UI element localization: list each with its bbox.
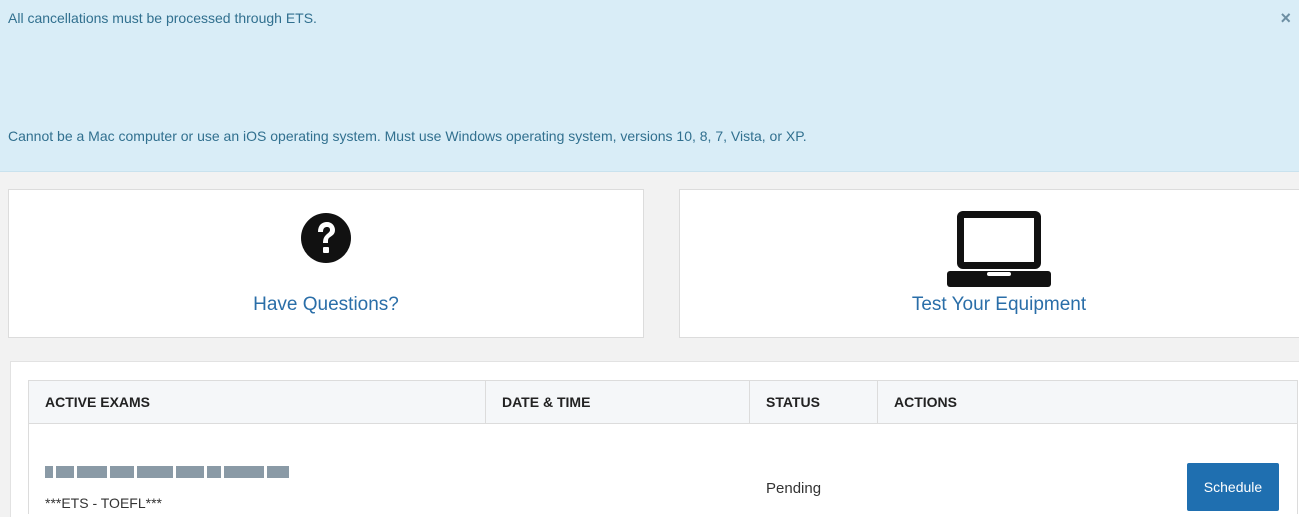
schedule-button[interactable]: Schedule	[1187, 463, 1279, 511]
active-exams-table: ACTIVE EXAMS DATE & TIME STATUS ACTIONS …	[28, 380, 1298, 514]
table-header: ACTIVE EXAMS DATE & TIME STATUS ACTIONS	[29, 381, 1297, 424]
exam-cell: ***ETS - TOEFL***	[29, 424, 486, 514]
test-equipment-link[interactable]: Test Your Equipment	[680, 294, 1299, 316]
status-cell: Pending	[750, 424, 878, 514]
info-alert: All cancellations must be processed thro…	[0, 0, 1299, 172]
actions-cell: Schedule	[878, 424, 1297, 514]
exam-name-redacted	[45, 464, 335, 480]
status-text: Pending	[766, 480, 822, 497]
have-questions-card[interactable]: Have Questions?	[8, 189, 644, 338]
header-status: STATUS	[750, 381, 878, 423]
header-date-time: DATE & TIME	[486, 381, 750, 423]
active-exams-panel: ACTIVE EXAMS DATE & TIME STATUS ACTIONS …	[10, 361, 1299, 517]
exam-subtitle: ***ETS - TOEFL***	[45, 495, 162, 511]
have-questions-link[interactable]: Have Questions?	[9, 294, 643, 316]
test-equipment-card[interactable]: Test Your Equipment	[679, 189, 1299, 338]
header-actions: ACTIONS	[894, 394, 957, 410]
date-time-cell	[486, 424, 750, 514]
table-row: ***ETS - TOEFL*** Pending Schedule	[29, 424, 1297, 514]
alert-message-os-requirements: Cannot be a Mac computer or use an iOS o…	[8, 128, 807, 144]
laptop-icon	[947, 208, 1051, 295]
header-active-exams: ACTIVE EXAMS	[29, 381, 486, 423]
alert-message-cancellations: All cancellations must be processed thro…	[8, 10, 317, 26]
question-circle-icon	[300, 212, 352, 269]
close-icon[interactable]: ×	[1280, 8, 1291, 28]
